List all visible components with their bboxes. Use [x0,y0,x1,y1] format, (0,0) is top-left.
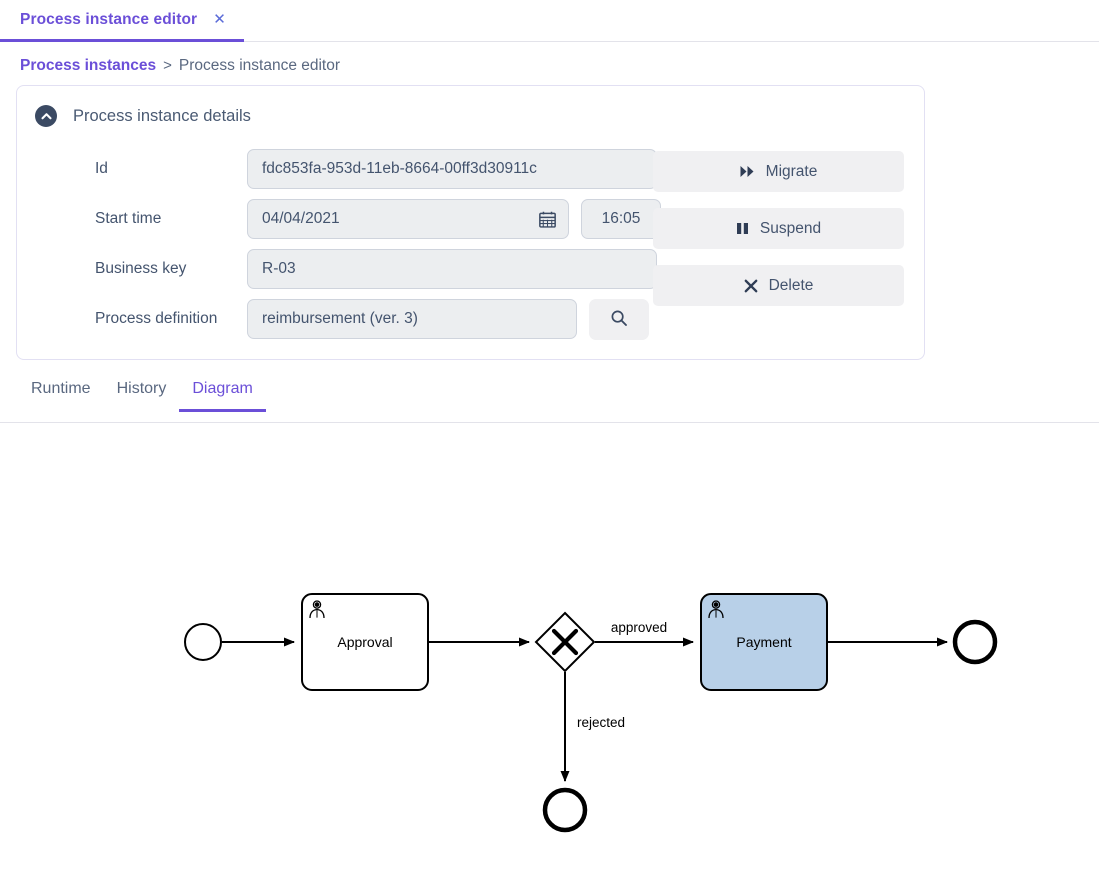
task-label-payment: Payment [736,634,791,650]
delete-button-label: Delete [768,276,814,294]
bpmn-start-event[interactable] [184,623,222,661]
bpmn-end-event-rejected[interactable] [542,787,588,833]
page-title: Process instance details [73,106,251,125]
migrate-button-label: Migrate [765,162,818,180]
label-id: Id [95,160,108,177]
breadcrumb-link-process-instances[interactable]: Process instances [20,57,156,75]
start-time-input[interactable]: 16:05 [581,199,661,239]
label-start-time: Start time [95,210,162,227]
business-key-input[interactable]: R-03 [247,249,657,289]
window-tab-label: Process instance editor [20,10,198,28]
fast-forward-icon [740,165,755,178]
process-definition-search-button[interactable] [589,298,649,340]
window-tab-process-instance-editor[interactable]: Process instance editor ✕ [0,0,244,42]
label-process-definition: Process definition [95,310,218,327]
bpmn-task-payment[interactable]: Payment [700,593,828,691]
bpmn-diagram-canvas[interactable]: Approval Payment approved rejected [0,424,1099,871]
tab-runtime[interactable]: Runtime [18,380,104,409]
pause-icon [736,222,749,235]
close-icon[interactable]: ✕ [213,12,226,27]
migrate-button[interactable]: Migrate [653,151,904,192]
calendar-icon[interactable] [539,211,556,228]
close-x-icon [744,279,758,293]
flow-label-approved: approved [611,620,667,635]
chevron-up-icon[interactable] [35,105,57,127]
breadcrumb-current: Process instance editor [178,57,341,74]
section-tabs: Runtime History Diagram [0,378,1099,423]
card-header: Process instance details [17,86,924,127]
task-label-approval: Approval [337,634,392,650]
bpmn-exclusive-gateway[interactable] [534,611,596,673]
breadcrumb-separator: > [163,57,172,74]
window-tabstrip: Process instance editor ✕ [0,0,1099,42]
search-icon [610,309,628,330]
start-date-value: 04/04/2021 [262,210,340,227]
breadcrumb: Process instances > Process instance edi… [0,42,1099,75]
flow-label-rejected: rejected [577,715,625,730]
start-date-input[interactable]: 04/04/2021 [247,199,569,239]
tab-diagram[interactable]: Diagram [179,380,266,412]
id-input[interactable]: fdc853fa-953d-11eb-8664-00ff3d30911c [247,149,657,189]
suspend-button[interactable]: Suspend [653,208,904,249]
process-instance-details-card: Process instance details Id fdc853fa-953… [16,85,925,360]
label-business-key: Business key [95,260,187,277]
bpmn-task-approval[interactable]: Approval [301,593,429,691]
bpmn-end-event-approved[interactable] [952,619,998,665]
process-definition-input[interactable]: reimbursement (ver. 3) [247,299,577,339]
tab-history[interactable]: History [104,380,180,409]
delete-button[interactable]: Delete [653,265,904,306]
suspend-button-label: Suspend [759,219,822,237]
instance-actions: Migrate Suspend Delete [653,151,904,306]
